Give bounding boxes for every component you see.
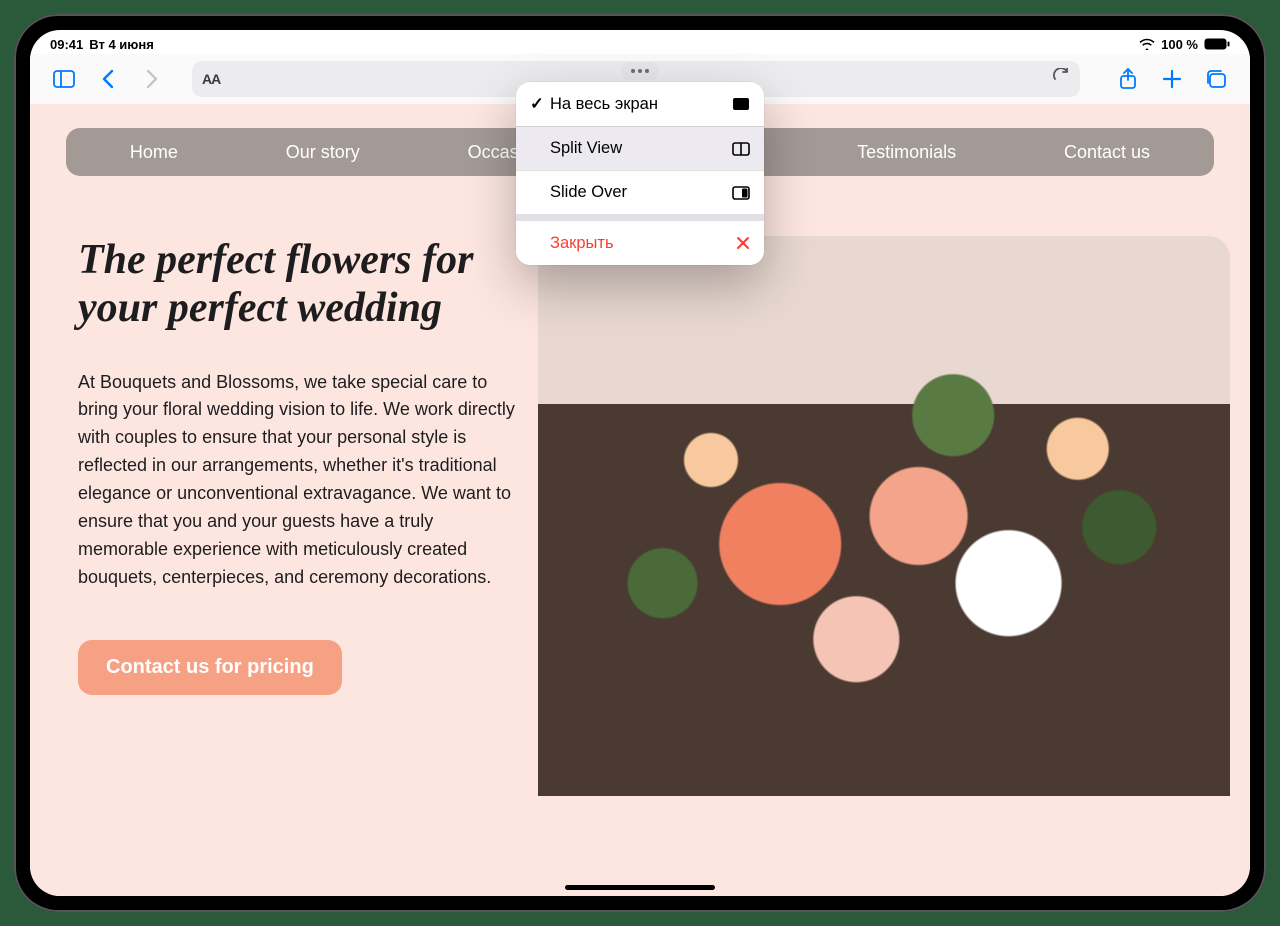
multitask-slideover[interactable]: Slide Over (516, 170, 764, 214)
text-size-button[interactable]: AA (202, 71, 220, 87)
multitask-fullscreen[interactable]: ✓ На весь экран (516, 82, 764, 126)
slideover-icon (728, 186, 750, 200)
fullscreen-icon (728, 97, 750, 111)
close-icon (728, 236, 750, 250)
share-button[interactable] (1108, 59, 1148, 99)
nav-our-story[interactable]: Our story (286, 142, 360, 163)
multitask-splitview[interactable]: Split View (516, 126, 764, 170)
wifi-icon (1139, 38, 1155, 50)
reload-button[interactable] (1053, 68, 1070, 91)
status-bar: 09:41 Вт 4 июня 100 % (30, 30, 1250, 54)
menu-divider (516, 214, 764, 221)
hero-image (538, 236, 1230, 796)
battery-icon (1204, 38, 1230, 50)
status-time: 09:41 (50, 37, 83, 52)
status-battery-pct: 100 % (1161, 37, 1198, 52)
home-indicator[interactable] (565, 885, 715, 890)
hero-section: The perfect flowers for your perfect wed… (30, 176, 1250, 796)
nav-testimonials[interactable]: Testimonials (857, 142, 956, 163)
menu-item-label: Slide Over (550, 183, 728, 202)
hero-headline: The perfect flowers for your perfect wed… (78, 236, 518, 333)
menu-item-label: На весь экран (550, 95, 728, 114)
multitask-close[interactable]: Закрыть (516, 221, 764, 265)
multitask-pill[interactable] (621, 62, 659, 80)
forward-button (132, 59, 172, 99)
nav-contact[interactable]: Contact us (1064, 142, 1150, 163)
ipad-frame: 09:41 Вт 4 июня 100 % (14, 14, 1266, 912)
nav-home[interactable]: Home (130, 142, 178, 163)
menu-item-label: Закрыть (550, 234, 728, 253)
back-button[interactable] (88, 59, 128, 99)
new-tab-button[interactable] (1152, 59, 1192, 99)
sidebar-button[interactable] (44, 59, 84, 99)
ipad-screen: 09:41 Вт 4 июня 100 % (30, 30, 1250, 896)
multitask-menu: ✓ На весь экран Split View Slide Over (516, 82, 764, 265)
menu-item-label: Split View (550, 139, 728, 158)
check-icon: ✓ (530, 94, 550, 114)
status-date: Вт 4 июня (89, 37, 154, 52)
splitview-icon (728, 142, 750, 156)
cta-button[interactable]: Contact us for pricing (78, 640, 342, 695)
tabs-button[interactable] (1196, 59, 1236, 99)
hero-body: At Bouquets and Blossoms, we take specia… (78, 369, 518, 592)
